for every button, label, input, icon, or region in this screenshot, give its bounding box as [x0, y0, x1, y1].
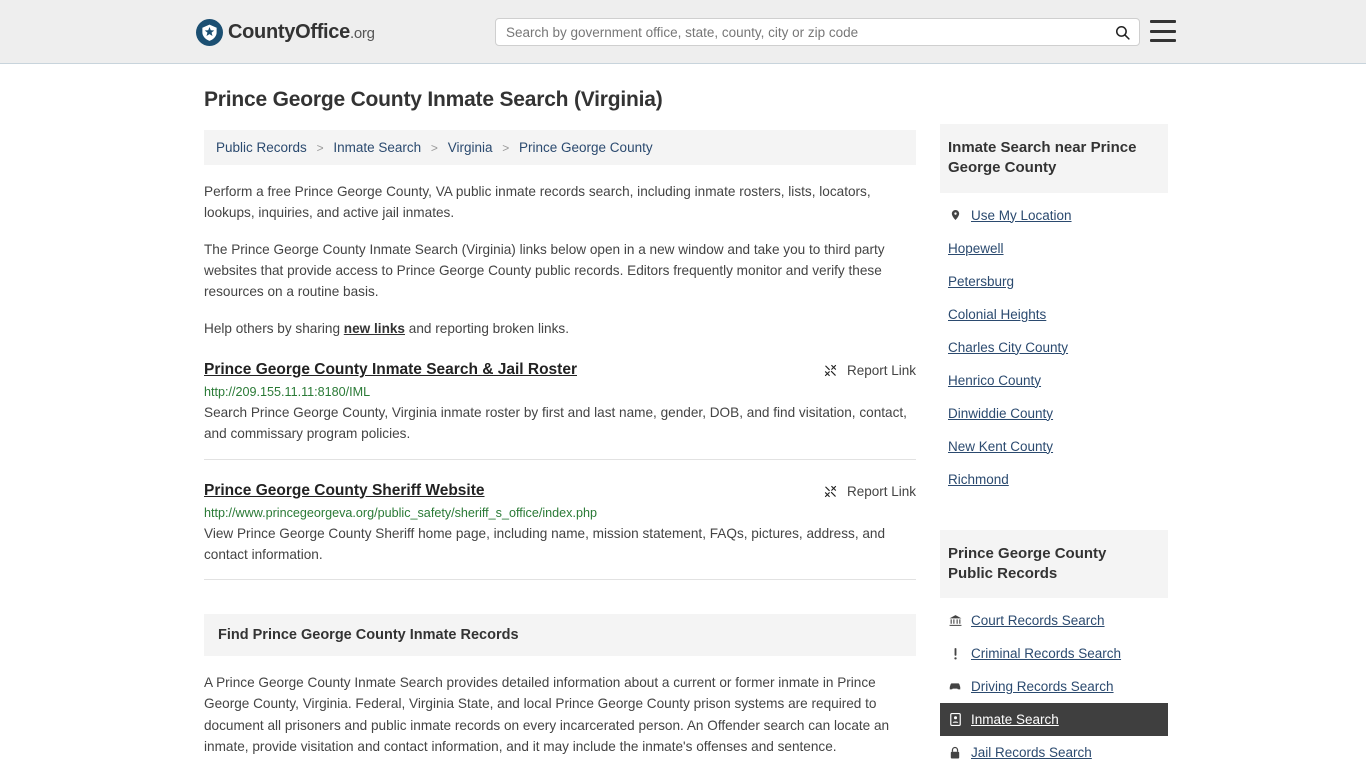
- sidebar-item-court-records-search[interactable]: Court Records Search: [940, 604, 1168, 637]
- hamburger-menu-icon[interactable]: [1150, 20, 1176, 42]
- sidebar-item-label[interactable]: Driving Records Search: [971, 679, 1114, 694]
- broken-link-icon: [824, 365, 837, 377]
- new-links-link[interactable]: new links: [344, 321, 405, 336]
- breadcrumb: Public Records > Inmate Search > Virgini…: [204, 130, 916, 165]
- sidebar-item-use-my-location[interactable]: Use My Location: [940, 199, 1168, 232]
- sidebar-item-driving-records-search[interactable]: Driving Records Search: [940, 670, 1168, 703]
- exclamation-icon: [948, 647, 962, 661]
- breadcrumb-item-inmate-search[interactable]: Inmate Search: [333, 140, 421, 155]
- intro-paragraph-3: Help others by sharing new links and rep…: [204, 318, 916, 339]
- lock-icon: [948, 746, 962, 760]
- logo-text-office: Office: [295, 21, 350, 43]
- breadcrumb-item-public-records[interactable]: Public Records: [216, 140, 307, 155]
- sidebar-item-label[interactable]: Court Records Search: [971, 613, 1105, 628]
- breadcrumb-item-virginia[interactable]: Virginia: [448, 140, 493, 155]
- sidebar-item-label[interactable]: Criminal Records Search: [971, 646, 1121, 661]
- report-link-button[interactable]: Report Link: [823, 363, 916, 378]
- sidebar-item-dinwiddie-county[interactable]: Dinwiddie County: [940, 397, 1168, 430]
- sidebar-item-richmond[interactable]: Richmond: [940, 463, 1168, 496]
- sidebar-public-records-box: Prince George County Public Records Cour…: [940, 529, 1168, 768]
- find-records-body: A Prince George County Inmate Search pro…: [204, 674, 890, 755]
- broken-link-icon: [824, 485, 837, 497]
- sidebar-item-label[interactable]: Inmate Search: [971, 712, 1059, 727]
- sidebar: Inmate Search near Prince George County …: [940, 124, 1168, 768]
- result-title-link[interactable]: Prince George County Inmate Search & Jai…: [204, 361, 577, 379]
- breadcrumb-item-current: Prince George County: [519, 140, 653, 155]
- intro-paragraph-2: The Prince George County Inmate Search (…: [204, 242, 885, 300]
- logo-text-county: County: [228, 21, 296, 43]
- sidebar-item-henrico-county[interactable]: Henrico County: [940, 364, 1168, 397]
- intro-paragraph-1: Perform a free Prince George County, VA …: [204, 184, 871, 221]
- result-description: Search Prince George County, Virginia in…: [204, 405, 907, 442]
- main-content: Prince George County Inmate Search (Virg…: [204, 88, 916, 768]
- share-text-after: and reporting broken links.: [405, 321, 569, 337]
- sidebar-item-new-kent-county[interactable]: New Kent County: [940, 430, 1168, 463]
- sidebar-near-heading: Inmate Search near Prince George County: [940, 124, 1168, 193]
- result-item: Prince George County Inmate Search & Jai…: [204, 361, 916, 460]
- sidebar-item-criminal-records-search[interactable]: Criminal Records Search: [940, 637, 1168, 670]
- sidebar-public-records-list: Court Records Search Criminal Records Se…: [940, 598, 1168, 768]
- logo-text-suffix: .org: [349, 25, 375, 42]
- breadcrumb-separator: >: [316, 141, 324, 155]
- search-input[interactable]: [496, 24, 1105, 40]
- sidebar-item-hopewell[interactable]: Hopewell: [940, 232, 1168, 265]
- sidebar-item-label[interactable]: Colonial Heights: [948, 307, 1046, 322]
- sidebar-item-colonial-heights[interactable]: Colonial Heights: [940, 298, 1168, 331]
- shield-star-icon: [196, 19, 223, 46]
- sidebar-item-inmate-search[interactable]: Inmate Search: [940, 703, 1168, 736]
- result-title-link[interactable]: Prince George County Sheriff Website: [204, 482, 485, 500]
- report-link-label: Report Link: [846, 483, 916, 499]
- search-button[interactable]: [1105, 19, 1139, 45]
- sidebar-item-charles-city-county[interactable]: Charles City County: [940, 331, 1168, 364]
- sidebar-item-label[interactable]: New Kent County: [948, 439, 1053, 454]
- result-url: http://www.princegeorgeva.org/public_saf…: [204, 505, 597, 520]
- sidebar-item-label[interactable]: Richmond: [948, 472, 1009, 487]
- sidebar-item-label[interactable]: Hopewell: [948, 241, 1004, 256]
- site-logo[interactable]: CountyOffice.org: [196, 19, 375, 46]
- sidebar-item-label[interactable]: Jail Records Search: [971, 745, 1092, 760]
- sidebar-item-petersburg[interactable]: Petersburg: [940, 265, 1168, 298]
- report-link-button[interactable]: Report Link: [823, 484, 916, 499]
- sidebar-item-label[interactable]: Use My Location: [971, 208, 1072, 223]
- bank-icon: [948, 614, 962, 627]
- sidebar-item-label[interactable]: Henrico County: [948, 373, 1041, 388]
- sidebar-item-label[interactable]: Dinwiddie County: [948, 406, 1053, 421]
- sidebar-item-label[interactable]: Petersburg: [948, 274, 1014, 289]
- map-pin-icon: [948, 208, 962, 222]
- site-header: CountyOffice.org: [0, 0, 1366, 64]
- sidebar-public-records-heading: Prince George County Public Records: [940, 529, 1168, 598]
- report-link-label: Report Link: [846, 363, 916, 379]
- result-item: Prince George County Sheriff Website Rep…: [204, 482, 916, 580]
- sidebar-near-list: Use My Location Hopewell Petersburg Colo…: [940, 193, 1168, 496]
- sidebar-near-box: Inmate Search near Prince George County …: [940, 124, 1168, 496]
- result-url: http://209.155.11.11:8180/IML: [204, 385, 371, 400]
- find-records-heading: Find Prince George County Inmate Records: [204, 613, 916, 656]
- id-card-icon: [948, 713, 962, 726]
- page-title: Prince George County Inmate Search (Virg…: [204, 88, 663, 111]
- share-text-before: Help others by sharing: [204, 321, 344, 337]
- sidebar-item-jail-records-search[interactable]: Jail Records Search: [940, 736, 1168, 768]
- sidebar-item-label[interactable]: Charles City County: [948, 340, 1068, 355]
- car-icon: [948, 681, 962, 692]
- breadcrumb-separator: >: [502, 141, 510, 155]
- breadcrumb-separator: >: [430, 141, 438, 155]
- search-bar[interactable]: [495, 18, 1140, 46]
- result-description: View Prince George County Sheriff home p…: [204, 525, 886, 562]
